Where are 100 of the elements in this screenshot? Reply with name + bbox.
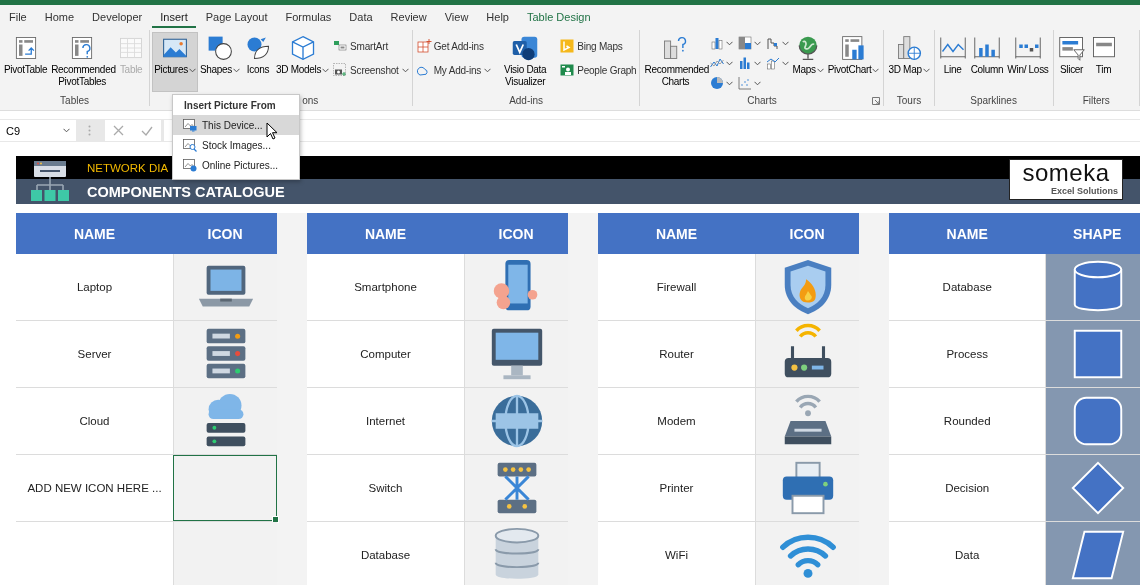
- table-cell-text: Database: [941, 280, 993, 295]
- table-cell-text: Firewall: [655, 280, 698, 295]
- ribbon-button[interactable]: Recommended Charts: [642, 32, 709, 92]
- ribbon-tab[interactable]: Developer: [84, 7, 151, 28]
- ribbon-tab[interactable]: Page Layout: [197, 7, 276, 28]
- ribbon-tab[interactable]: Review: [382, 7, 435, 28]
- ribbon-tab[interactable]: Table Design: [518, 7, 599, 28]
- banner-title: NETWORK DIA: [87, 161, 169, 174]
- ribbon-tab[interactable]: View: [436, 7, 477, 28]
- table-cell-text: ADD NEW ICON HERE ...: [26, 481, 163, 496]
- ribbon-button[interactable]: Win/ Loss: [1005, 32, 1051, 92]
- table-header: NAME SHAPE: [889, 213, 1140, 254]
- ribbon-button[interactable]: Line: [936, 32, 969, 92]
- caret-icon: [726, 60, 734, 66]
- slicer-icon: [1057, 34, 1086, 62]
- table-cell-text: Smartphone: [353, 280, 418, 295]
- cursor-icon: [266, 122, 278, 140]
- tile-logo-icon: [559, 38, 576, 54]
- caret-icon: [922, 67, 930, 73]
- table-cell-text: Data: [954, 548, 981, 563]
- ribbon-button[interactable]: 3D Map: [886, 32, 932, 92]
- ribbon-tab[interactable]: Data: [341, 7, 381, 28]
- caret-icon: [726, 80, 734, 86]
- picture-search-icon: [182, 137, 198, 153]
- table-cell-text: Computer: [359, 347, 412, 362]
- ribbon-button[interactable]: Maps: [790, 32, 826, 92]
- table-cell-text: WiFi: [664, 548, 689, 563]
- caret-icon: [754, 80, 762, 86]
- table-cell-text: Database: [359, 548, 412, 563]
- ribbon-button[interactable]: Visio Data Visualizer: [492, 32, 559, 92]
- caret-icon: [322, 67, 330, 73]
- ribbon-tab[interactable]: Formulas: [277, 7, 340, 28]
- table-header: NAME ICON: [598, 213, 859, 254]
- cancel-icon[interactable]: [113, 125, 125, 136]
- ribbon-button[interactable]: People Graph: [558, 60, 638, 80]
- store-icon: [415, 38, 432, 54]
- caret-icon: [754, 40, 762, 46]
- menu-item[interactable]: This Device...: [173, 115, 299, 135]
- screenshot-icon: [332, 62, 349, 78]
- ribbon-button[interactable]: Get Add-ins: [414, 36, 493, 56]
- caret-icon: [782, 60, 790, 66]
- group-label: Tables: [60, 95, 89, 106]
- map-3d-icon: [895, 34, 924, 62]
- hierarchy-chart-icon: [737, 35, 754, 51]
- scatter-chart-icon: [737, 75, 754, 91]
- ribbon-button[interactable]: Bing Maps: [558, 36, 638, 56]
- ribbon-tab[interactable]: Insert: [152, 7, 196, 28]
- picture-device-icon: [182, 117, 198, 133]
- table-cell-text: Decision: [944, 481, 991, 496]
- table-cell-text: Modem: [656, 414, 697, 429]
- table-header: NAME ICON: [307, 213, 568, 254]
- group-label: Filters: [1082, 95, 1110, 106]
- table-cell-text: Cloud: [78, 414, 111, 429]
- menu-item[interactable]: Online Pictures...: [173, 155, 299, 175]
- caret-icon: [484, 67, 492, 73]
- caret-icon: [63, 128, 70, 133]
- table-cell-text: Laptop: [75, 280, 114, 295]
- caret-icon: [872, 67, 880, 73]
- group-label: Sparklines: [970, 95, 1017, 106]
- ribbon-button[interactable]: 3D Models: [274, 32, 332, 92]
- table-cell-text: Switch: [367, 481, 404, 496]
- chart-type-button[interactable]: [736, 34, 763, 52]
- ribbon-button[interactable]: PivotChart: [825, 32, 882, 92]
- smartart-icon: [332, 38, 349, 54]
- ribbon-button[interactable]: Icons: [242, 32, 274, 92]
- ribbon-button[interactable]: Screenshot: [331, 60, 410, 80]
- name-box[interactable]: C9: [0, 120, 76, 141]
- caret-icon: [816, 67, 824, 73]
- chart-type-button[interactable]: [708, 74, 735, 92]
- ribbon-button[interactable]: Pictures: [152, 32, 198, 92]
- ribbon-button[interactable]: PivotTable: [2, 32, 50, 92]
- table-cell-text: Router: [658, 347, 695, 362]
- group-label: ons: [302, 95, 319, 106]
- ribbon-button[interactable]: Tim: [1087, 32, 1120, 92]
- check-icon[interactable]: [140, 125, 153, 136]
- menu-title: Insert Picture From: [183, 99, 277, 113]
- caret-icon: [754, 60, 762, 66]
- ribbon-button[interactable]: Slicer: [1055, 32, 1088, 92]
- group-label: Charts: [747, 95, 777, 106]
- ribbon-button[interactable]: My Add-ins: [414, 60, 493, 80]
- dialog-launcher-icon[interactable]: [872, 97, 881, 105]
- caret-icon: [401, 67, 409, 73]
- table-cell-text: Internet: [365, 414, 406, 429]
- pie-chart-icon: [709, 75, 726, 91]
- ribbon-button[interactable]: Recommended PivotTables: [49, 32, 116, 92]
- ribbon-button[interactable]: Shapes: [197, 32, 242, 92]
- people-card-icon: [559, 62, 576, 78]
- ribbon-tab[interactable]: File: [1, 7, 35, 28]
- table-header: NAME ICON: [16, 213, 277, 254]
- ribbon-tab[interactable]: Help: [478, 7, 517, 28]
- caret-icon: [233, 67, 240, 73]
- column-chart-icon: [709, 35, 726, 51]
- logo: someka Excel Solutions: [1009, 159, 1123, 200]
- picture-globe-icon: [182, 157, 198, 173]
- group-label: Add-ins: [509, 95, 544, 106]
- banner-subtitle: COMPONENTS CATALOGUE: [87, 183, 285, 200]
- ribbon-tab[interactable]: Home: [36, 7, 83, 28]
- caret-icon: [726, 40, 734, 46]
- ribbon-button[interactable]: SmartArt: [331, 36, 410, 56]
- ribbon-button[interactable]: Column: [968, 32, 1006, 92]
